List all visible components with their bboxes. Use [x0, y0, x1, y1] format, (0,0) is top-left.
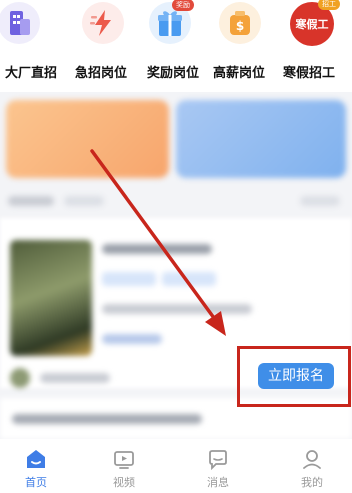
building-icon — [0, 2, 40, 44]
tab-label: 消息 — [207, 476, 229, 489]
svg-text:$: $ — [236, 19, 244, 33]
job-info — [102, 334, 162, 344]
money-bag-icon: $ — [219, 2, 261, 44]
tab-label: 我的 — [301, 476, 323, 489]
section-tab[interactable] — [64, 196, 104, 206]
winter-job-icon-text: 寒假工 — [295, 18, 329, 31]
message-icon — [206, 447, 230, 471]
promo-banner-right[interactable] — [176, 100, 346, 178]
job-title — [102, 244, 212, 254]
job-info — [102, 304, 252, 314]
category-label: 急招岗位 — [74, 66, 127, 81]
profile-icon — [300, 447, 324, 471]
category-label: 寒假招工 — [282, 66, 335, 81]
next-job-title — [12, 414, 202, 424]
section-tab[interactable] — [8, 196, 54, 206]
bottom-tab-bar: 首页 视频 消息 我的 — [0, 439, 352, 493]
winter-job-badge: 招工 — [318, 0, 340, 10]
tab-label: 首页 — [25, 476, 47, 489]
category-urgent[interactable]: 急招岗位 — [70, 0, 140, 92]
avatar — [10, 368, 30, 388]
promo-banner-left[interactable] — [6, 100, 169, 178]
publisher-name — [40, 373, 110, 383]
job-thumbnail — [10, 240, 92, 356]
tab-profile[interactable]: 我的 — [282, 439, 342, 493]
tab-messages[interactable]: 消息 — [188, 439, 248, 493]
video-icon — [112, 447, 136, 471]
tab-video[interactable]: 视频 — [94, 439, 154, 493]
category-winter-job[interactable]: 寒假工 招工 寒假招工 — [280, 0, 350, 92]
tab-home[interactable]: 首页 — [6, 439, 66, 493]
category-bar: 大厂直招 急招岗位 奖励 奖励岗位 $ 高薪岗位 寒假工 招工 寒假招工 — [0, 0, 352, 92]
tab-label: 视频 — [113, 476, 135, 489]
job-tag — [102, 272, 156, 286]
annotation-highlight-box — [237, 346, 351, 407]
section-more[interactable] — [300, 196, 340, 206]
job-tag — [162, 272, 216, 286]
lightning-icon — [82, 2, 124, 44]
home-icon — [24, 447, 48, 471]
reward-badge: 奖励 — [172, 0, 194, 11]
